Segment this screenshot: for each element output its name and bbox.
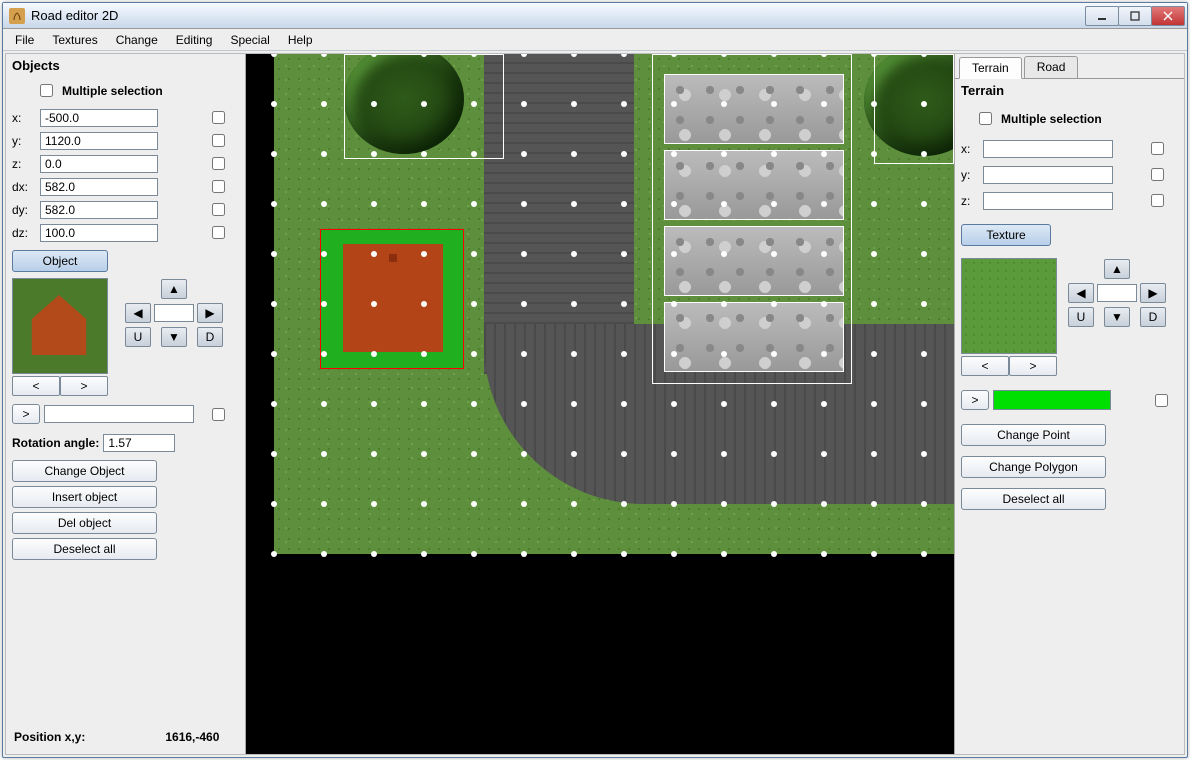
nudge-u-button[interactable]: U <box>125 327 151 347</box>
close-button[interactable] <box>1151 6 1185 26</box>
multiple-selection-checkbox[interactable] <box>40 84 53 97</box>
rotation-label: Rotation angle: <box>12 436 99 450</box>
menu-bar: File Textures Change Editing Special Hel… <box>3 29 1187 51</box>
terrain-nudge-right[interactable]: ▶ <box>1140 283 1166 303</box>
y-label: y: <box>12 134 36 148</box>
texture-next-button[interactable]: > <box>1009 356 1057 376</box>
dy-label: dy: <box>12 203 36 217</box>
del-object-button[interactable]: Del object <box>12 512 157 534</box>
color-expand-button[interactable]: > <box>961 390 989 410</box>
nudge-up-button[interactable]: ▲ <box>161 279 187 299</box>
insert-object-button[interactable]: Insert object <box>12 486 157 508</box>
menu-file[interactable]: File <box>7 31 42 49</box>
menu-editing[interactable]: Editing <box>168 31 221 49</box>
terrain-panel-title: Terrain <box>961 83 1178 98</box>
tab-terrain[interactable]: Terrain <box>959 57 1022 79</box>
terrain-nudge-down[interactable]: ▼ <box>1104 307 1130 327</box>
terrain-x-input[interactable] <box>983 140 1113 158</box>
menu-textures[interactable]: Textures <box>44 31 105 49</box>
z-label: z: <box>12 157 36 171</box>
texture-preview <box>961 258 1057 354</box>
title-bar: Road editor 2D <box>3 3 1187 29</box>
terrain-nudge-up[interactable]: ▲ <box>1104 259 1130 279</box>
z-input[interactable] <box>40 155 158 173</box>
dz-label: dz: <box>12 226 36 240</box>
terrain-nudge-u[interactable]: U <box>1068 307 1094 327</box>
tab-road[interactable]: Road <box>1024 56 1079 78</box>
terrain-z-input[interactable] <box>983 192 1113 210</box>
dx-lock[interactable] <box>212 180 225 193</box>
dz-lock[interactable] <box>212 226 225 239</box>
x-label: x: <box>12 111 36 125</box>
app-icon <box>9 8 25 24</box>
nudge-controls: ▲ ◀ ▶ U ▼ D <box>124 278 224 348</box>
object-preview <box>12 278 108 374</box>
dy-input[interactable] <box>40 201 158 219</box>
dx-label: dx: <box>12 180 36 194</box>
dx-input[interactable] <box>40 178 158 196</box>
object-search-input[interactable] <box>44 405 194 423</box>
object-expand-button[interactable]: > <box>12 404 40 424</box>
dy-lock[interactable] <box>212 203 225 216</box>
terrain-nudge-step[interactable] <box>1097 284 1137 302</box>
terrain-y-lock[interactable] <box>1151 168 1164 181</box>
menu-special[interactable]: Special <box>222 31 277 49</box>
editor-canvas[interactable]: {"cols":14,"rows":11,"sx":50,"sy":50,"ox… <box>246 54 954 754</box>
multiple-selection-label: Multiple selection <box>62 84 163 98</box>
terrain-y-input[interactable] <box>983 166 1113 184</box>
objects-panel-title: Objects <box>12 58 239 73</box>
change-object-button[interactable]: Change Object <box>12 460 157 482</box>
y-lock[interactable] <box>212 134 225 147</box>
terrain-deselect-all-button[interactable]: Deselect all <box>961 488 1106 510</box>
terrain-nudge-controls: ▲ ◀ ▶ U ▼ D <box>1067 258 1167 328</box>
status-position-label: Position x,y: <box>14 730 85 744</box>
terrain-z-lock[interactable] <box>1151 194 1164 207</box>
texture-button[interactable]: Texture <box>961 224 1051 246</box>
menu-change[interactable]: Change <box>108 31 166 49</box>
deselect-all-button[interactable]: Deselect all <box>12 538 157 560</box>
terrain-x-lock[interactable] <box>1151 142 1164 155</box>
nudge-step-input[interactable] <box>154 304 194 322</box>
nudge-left-button[interactable]: ◀ <box>125 303 151 323</box>
terrain-nudge-d[interactable]: D <box>1140 307 1166 327</box>
object-search-lock[interactable] <box>212 408 225 421</box>
object-prev-button[interactable]: < <box>12 376 60 396</box>
terrain-nudge-left[interactable]: ◀ <box>1068 283 1094 303</box>
z-lock[interactable] <box>212 157 225 170</box>
window-title: Road editor 2D <box>31 8 118 23</box>
status-position-value: 1616,-460 <box>165 730 219 744</box>
terrain-panel: Terrain Road Terrain Multiple selection … <box>954 54 1184 754</box>
terrain-multiple-selection-label: Multiple selection <box>1001 112 1102 126</box>
color-lock[interactable] <box>1155 394 1168 407</box>
menu-help[interactable]: Help <box>280 31 321 49</box>
nudge-right-button[interactable]: ▶ <box>197 303 223 323</box>
object-next-button[interactable]: > <box>60 376 108 396</box>
texture-prev-button[interactable]: < <box>961 356 1009 376</box>
maximize-button[interactable] <box>1118 6 1152 26</box>
y-input[interactable] <box>40 132 158 150</box>
selected-object[interactable] <box>320 229 464 369</box>
x-lock[interactable] <box>212 111 225 124</box>
terrain-y-label: y: <box>961 168 979 182</box>
nudge-down-button[interactable]: ▼ <box>161 327 187 347</box>
minimize-button[interactable] <box>1085 6 1119 26</box>
x-input[interactable] <box>40 109 158 127</box>
object-button[interactable]: Object <box>12 250 108 272</box>
terrain-multiple-selection-checkbox[interactable] <box>979 112 992 125</box>
rotation-input[interactable] <box>103 434 175 452</box>
nudge-d-button[interactable]: D <box>197 327 223 347</box>
terrain-x-label: x: <box>961 142 979 156</box>
change-polygon-button[interactable]: Change Polygon <box>961 456 1106 478</box>
objects-panel: Objects Multiple selection x: y: z: dx: … <box>6 54 246 754</box>
terrain-z-label: z: <box>961 194 979 208</box>
color-swatch[interactable] <box>993 390 1111 410</box>
change-point-button[interactable]: Change Point <box>961 424 1106 446</box>
dz-input[interactable] <box>40 224 158 242</box>
